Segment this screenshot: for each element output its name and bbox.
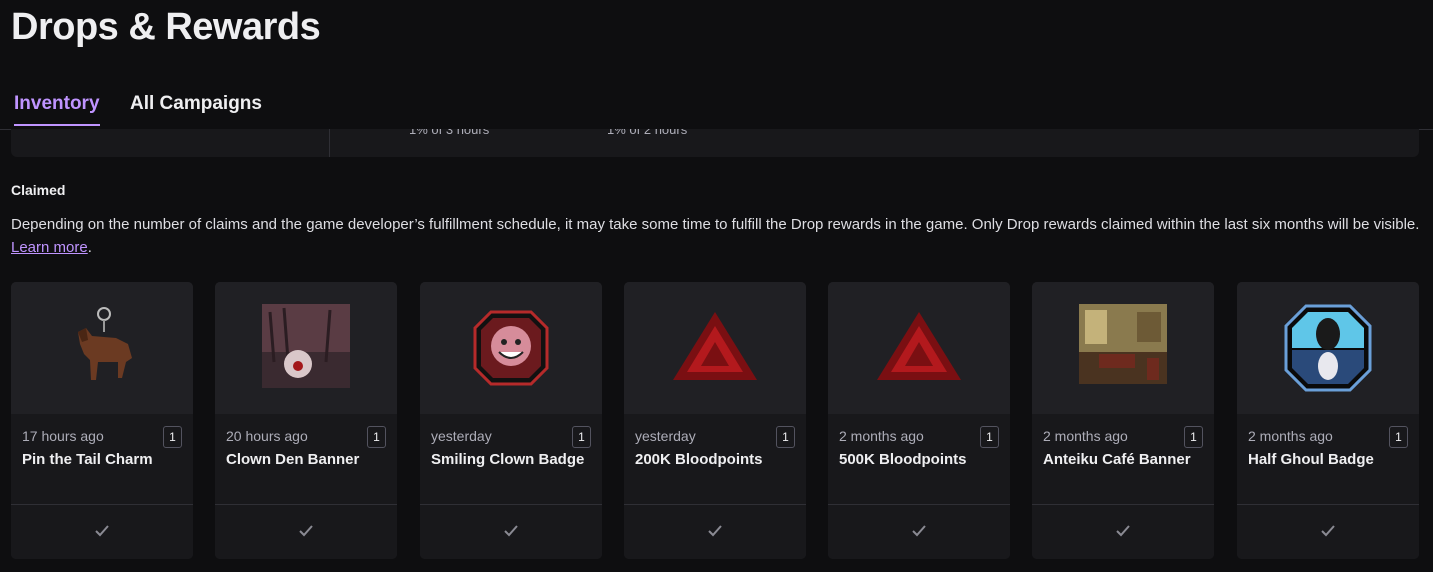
card-footer bbox=[420, 504, 602, 559]
campaign-progress-card: 1% of 3 hours 1% of 2 hours bbox=[11, 129, 1419, 157]
reward-details: 20 hours ago 1 Clown Den Banner bbox=[215, 414, 397, 504]
progress-text: 1% of 2 hours bbox=[607, 129, 688, 137]
check-icon bbox=[912, 525, 926, 537]
check-icon bbox=[708, 525, 722, 537]
card-footer bbox=[1237, 504, 1419, 559]
claimed-time: yesterday bbox=[431, 428, 492, 444]
check-icon bbox=[1116, 525, 1130, 537]
quantity-badge: 1 bbox=[367, 426, 386, 448]
reward-details: 2 months ago 1 500K Bloodpoints bbox=[828, 414, 1010, 504]
claim-notice: Depending on the number of claims and th… bbox=[11, 213, 1421, 259]
clown-badge-icon bbox=[473, 310, 549, 386]
card-footer bbox=[828, 504, 1010, 559]
learn-more-link[interactable]: Learn more bbox=[11, 239, 88, 256]
card-footer bbox=[1032, 504, 1214, 559]
reward-image bbox=[624, 282, 806, 414]
claimed-time: 20 hours ago bbox=[226, 428, 308, 444]
banner-image-icon bbox=[262, 304, 350, 388]
tab-bar: Inventory All Campaigns bbox=[0, 88, 1433, 130]
reward-image bbox=[11, 282, 193, 414]
reward-card: 2 months ago 1 500K Bloodpoints bbox=[828, 282, 1010, 559]
reward-details: yesterday 1 Smiling Clown Badge bbox=[420, 414, 602, 504]
cafe-banner-icon bbox=[1079, 304, 1167, 384]
reward-name: Anteiku Café Banner bbox=[1043, 451, 1191, 468]
card-footer bbox=[624, 504, 806, 559]
reward-name: Half Ghoul Badge bbox=[1248, 451, 1374, 468]
bloodpoints-icon bbox=[877, 312, 961, 380]
reward-name: Pin the Tail Charm bbox=[22, 451, 153, 468]
reward-card: 2 months ago 1 Anteiku Café Banner bbox=[1032, 282, 1214, 559]
reward-image bbox=[1032, 282, 1214, 414]
reward-card: yesterday 1 Smiling Clown Badge bbox=[420, 282, 602, 559]
section-heading-claimed: Claimed bbox=[11, 182, 66, 198]
reward-image bbox=[828, 282, 1010, 414]
reward-name: Clown Den Banner bbox=[226, 451, 360, 468]
reward-image bbox=[215, 282, 397, 414]
ghoul-badge-icon bbox=[1284, 304, 1372, 392]
notice-period: . bbox=[87, 239, 92, 256]
claimed-time: 2 months ago bbox=[1248, 428, 1333, 444]
tab-all-campaigns[interactable]: All Campaigns bbox=[130, 93, 262, 124]
reward-details: 17 hours ago 1 Pin the Tail Charm bbox=[11, 414, 193, 504]
horse-charm-icon bbox=[78, 307, 132, 380]
quantity-badge: 1 bbox=[572, 426, 591, 448]
card-footer bbox=[215, 504, 397, 559]
reward-name: 200K Bloodpoints bbox=[635, 451, 763, 468]
check-icon bbox=[95, 525, 109, 537]
quantity-badge: 1 bbox=[163, 426, 182, 448]
claimed-time: 17 hours ago bbox=[22, 428, 104, 444]
check-icon bbox=[504, 525, 518, 537]
reward-card: 17 hours ago 1 Pin the Tail Charm bbox=[11, 282, 193, 559]
card-footer bbox=[11, 504, 193, 559]
quantity-badge: 1 bbox=[1184, 426, 1203, 448]
tab-inventory[interactable]: Inventory bbox=[14, 93, 100, 126]
notice-text: Depending on the number of claims and th… bbox=[11, 216, 1420, 233]
claimed-time: yesterday bbox=[635, 428, 696, 444]
reward-card: yesterday 1 200K Bloodpoints bbox=[624, 282, 806, 559]
reward-card: 20 hours ago 1 Clown Den Banner bbox=[215, 282, 397, 559]
reward-image bbox=[420, 282, 602, 414]
reward-details: 2 months ago 1 Half Ghoul Badge bbox=[1237, 414, 1419, 504]
reward-image bbox=[1237, 282, 1419, 414]
quantity-badge: 1 bbox=[980, 426, 999, 448]
page-title: Drops & Rewards bbox=[11, 6, 321, 48]
check-icon bbox=[1321, 525, 1335, 537]
claimed-time: 2 months ago bbox=[1043, 428, 1128, 444]
bloodpoints-icon bbox=[673, 312, 757, 380]
reward-details: 2 months ago 1 Anteiku Café Banner bbox=[1032, 414, 1214, 504]
check-icon bbox=[299, 525, 313, 537]
reward-details: yesterday 1 200K Bloodpoints bbox=[624, 414, 806, 504]
quantity-badge: 1 bbox=[1389, 426, 1408, 448]
reward-name: 500K Bloodpoints bbox=[839, 451, 967, 468]
progress-text: 1% of 3 hours bbox=[409, 129, 490, 137]
quantity-badge: 1 bbox=[776, 426, 795, 448]
reward-name: Smiling Clown Badge bbox=[431, 451, 585, 468]
claimed-time: 2 months ago bbox=[839, 428, 924, 444]
divider bbox=[329, 129, 330, 157]
reward-card: 2 months ago 1 Half Ghoul Badge bbox=[1237, 282, 1419, 559]
